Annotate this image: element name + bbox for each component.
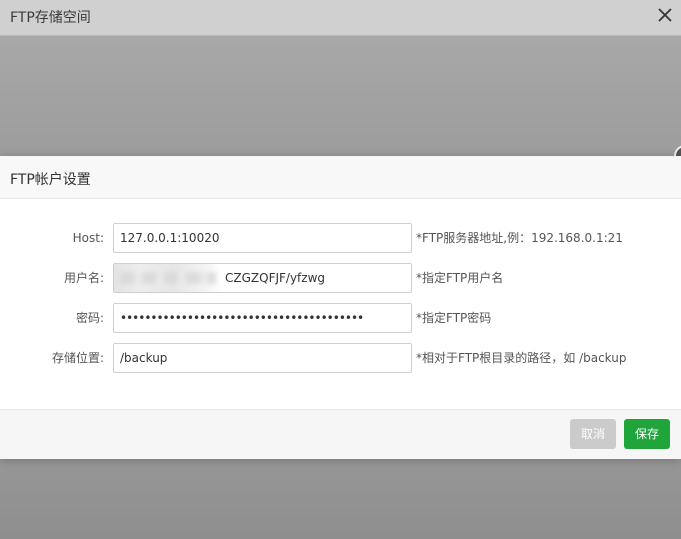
username-hint: *指定FTP用户名 bbox=[416, 271, 504, 285]
close-icon[interactable] bbox=[656, 6, 674, 24]
save-button[interactable]: 保存 bbox=[624, 419, 670, 449]
storage-path-label: 存储位置: bbox=[51, 351, 104, 365]
host-row: Host: *FTP服务器地址,例：192.168.0.1:21 bbox=[0, 223, 681, 253]
storage-path-hint: *相对于FTP根目录的路径，如 /backup bbox=[416, 351, 627, 365]
host-label: Host: bbox=[72, 231, 104, 245]
host-input[interactable] bbox=[113, 223, 412, 253]
username-label: 用户名: bbox=[63, 271, 104, 285]
dialog-title: FTP帐户设置 bbox=[10, 172, 91, 188]
username-input[interactable] bbox=[113, 263, 412, 293]
cancel-button[interactable]: 取消 bbox=[570, 419, 616, 449]
dialog-header: FTP帐户设置 bbox=[0, 156, 681, 199]
background-titlebar: FTP存储空间 bbox=[0, 0, 681, 36]
dialog-footer: 取消 保存 bbox=[0, 409, 681, 459]
username-row: 用户名: *指定FTP用户名 bbox=[0, 263, 681, 293]
password-input[interactable] bbox=[113, 303, 412, 333]
background-window-title: FTP存储空间 bbox=[10, 10, 91, 26]
password-label: 密码: bbox=[75, 311, 104, 325]
password-row: 密码: *指定FTP密码 bbox=[0, 303, 681, 333]
host-hint: *FTP服务器地址,例：192.168.0.1:21 bbox=[416, 231, 623, 245]
storage-path-row: 存储位置: *相对于FTP根目录的路径，如 /backup bbox=[0, 343, 681, 373]
storage-path-input[interactable] bbox=[113, 343, 412, 373]
ftp-account-dialog: FTP帐户设置 Host: *FTP服务器地址,例：192.168.0.1:21… bbox=[0, 156, 681, 459]
password-hint: *指定FTP密码 bbox=[416, 311, 492, 325]
